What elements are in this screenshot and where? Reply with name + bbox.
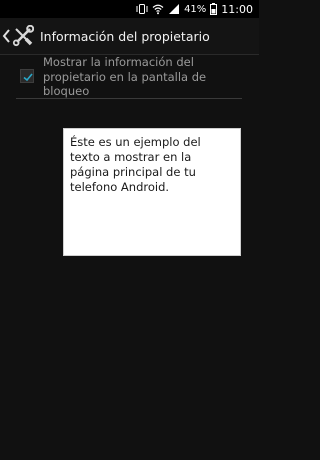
battery-icon <box>210 3 218 15</box>
wrench-screwdriver-icon <box>12 24 35 47</box>
show-owner-info-option[interactable]: Mostrar la información del propietario e… <box>16 55 242 99</box>
show-owner-info-label: Mostrar la información del propietario e… <box>43 55 207 98</box>
clock: 11:00 <box>221 2 253 16</box>
show-owner-info-checkbox[interactable] <box>20 69 34 83</box>
owner-info-text: Éste es un ejemplo del texto a mostrar e… <box>70 135 201 194</box>
status-icons: 41% 11:00 <box>136 2 253 16</box>
battery-percent: 41% <box>184 3 207 15</box>
checkmark-icon <box>23 73 33 82</box>
status-bar: 41% 11:00 <box>0 0 259 18</box>
vibrate-icon <box>136 3 148 15</box>
back-button[interactable] <box>0 18 35 54</box>
signal-icon <box>168 3 180 15</box>
page-title: Información del propietario <box>40 28 210 44</box>
back-chevron-icon <box>2 28 12 44</box>
wifi-icon <box>152 3 164 15</box>
owner-info-textarea[interactable]: Éste es un ejemplo del texto a mostrar e… <box>63 128 241 256</box>
action-bar: Información del propietario <box>0 18 259 55</box>
